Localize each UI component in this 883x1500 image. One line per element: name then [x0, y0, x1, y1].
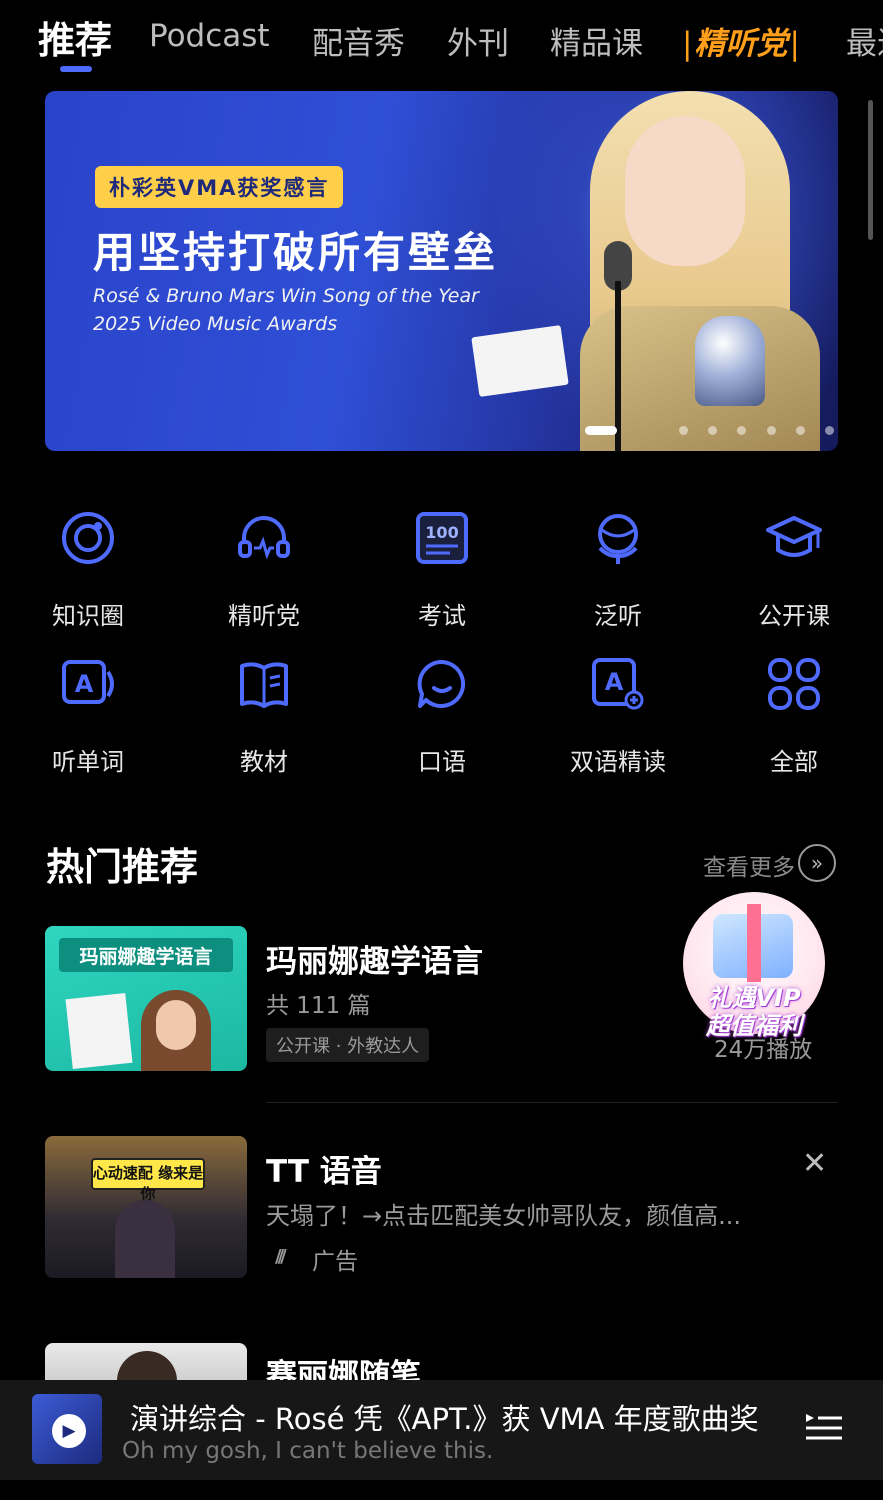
tab-podcast[interactable]: Podcast: [149, 18, 270, 54]
svg-text:100: 100: [425, 523, 458, 542]
exam-100-icon: 100: [416, 512, 468, 564]
scrollbar[interactable]: [868, 100, 873, 240]
category-speaking[interactable]: 口语: [372, 654, 512, 777]
category-listen-words[interactable]: A 听单词: [18, 654, 158, 777]
section-title: 热门推荐: [46, 845, 199, 889]
category-knowledge-circle[interactable]: 知识圈: [18, 508, 158, 631]
svg-text:A: A: [605, 668, 624, 696]
player-title: 演讲综合 - Rosé 凭《APT.》获 VMA 年度歌曲奖: [130, 1402, 759, 1436]
banner-subtitle-2: 2025 Video Music Awards: [93, 313, 338, 335]
banner-title: 用坚持打破所有壁垒: [93, 228, 499, 277]
banner-subtitle-1: Rosé & Bruno Mars Win Song of the Year: [93, 285, 479, 307]
double-chevron-right-icon[interactable]: »: [798, 844, 836, 882]
item-title[interactable]: 玛丽娜趣学语言: [266, 936, 483, 981]
ad-thumbnail-caption: 心动速配 缘来是你: [92, 1164, 204, 1203]
book-icon: [240, 662, 288, 708]
grid-all-icon: [768, 658, 820, 710]
vip-promo-badge[interactable]: 礼遇VIP 超值福利: [683, 892, 825, 1040]
bilingual-reading-icon: A: [592, 658, 644, 710]
category-bilingual-reading[interactable]: A 双语精读: [548, 654, 688, 777]
thumbnail-caption: 玛丽娜趣学语言: [79, 946, 213, 968]
mini-player[interactable]: ▶ 演讲综合 - Rosé 凭《APT.》获 VMA 年度歌曲奖 Oh my g…: [0, 1380, 883, 1480]
category-all[interactable]: 全部: [724, 654, 864, 777]
knowledge-circle-icon: [62, 512, 114, 564]
ad-title[interactable]: TT 语音: [266, 1146, 382, 1191]
ad-description: 天塌了！→点击匹配美女帅哥队友，颜值高...: [266, 1202, 741, 1230]
category-label: 全部: [770, 748, 818, 776]
carousel-dot[interactable]: [585, 426, 617, 435]
ad-label: 广告: [312, 1249, 358, 1275]
category-open-course[interactable]: 公开课: [724, 508, 864, 631]
playlist-icon[interactable]: [806, 1412, 842, 1442]
word-card-icon: A: [62, 660, 114, 704]
item-title[interactable]: 赛丽娜随笔: [266, 1350, 421, 1380]
close-icon[interactable]: ✕: [802, 1146, 827, 1181]
see-more-link[interactable]: 查看更多: [703, 848, 795, 882]
tab-dubbing[interactable]: 配音秀: [312, 18, 405, 63]
tab-magazine[interactable]: 外刊: [447, 18, 509, 63]
carousel-dot[interactable]: [825, 426, 834, 435]
top-tab-bar: 推荐 Podcast 配音秀 外刊 精品课 精听党 最近: [0, 0, 883, 80]
carousel-dot[interactable]: [708, 426, 717, 435]
banner-paper: [471, 325, 569, 397]
carousel-dot[interactable]: [796, 426, 805, 435]
headphones-icon: [238, 516, 290, 560]
svg-text:A: A: [75, 670, 94, 698]
divider: [266, 1102, 838, 1103]
player-artwork[interactable]: ▶: [32, 1394, 102, 1464]
category-label: 教材: [240, 748, 288, 776]
play-icon[interactable]: ▶: [52, 1414, 86, 1448]
category-label: 考试: [418, 602, 466, 630]
carousel-dot[interactable]: [679, 426, 688, 435]
banner-tag: 朴彩英VMA获奖感言: [95, 166, 344, 208]
ad-network-icon: ///: [275, 1246, 287, 1267]
graduation-cap-icon: [766, 516, 822, 557]
item-count: 共 111 篇: [266, 993, 371, 1019]
chat-bubble-icon: [417, 659, 466, 708]
category-label: 口语: [418, 748, 466, 776]
vip-promo-line2: 超值福利: [706, 1012, 802, 1040]
item-thumbnail[interactable]: 玛丽娜趣学语言: [45, 926, 247, 1071]
carousel-dot[interactable]: [767, 426, 776, 435]
tab-premium-course[interactable]: 精品课: [550, 18, 643, 63]
category-label: 公开课: [758, 602, 830, 630]
item-tag: 公开课 · 外教达人: [266, 1028, 430, 1062]
globe-icon: [598, 514, 638, 564]
tab-recent[interactable]: 最近: [846, 18, 883, 63]
category-label: 听单词: [52, 748, 124, 776]
category-exam[interactable]: 100 考试: [372, 508, 512, 631]
tab-recommend[interactable]: 推荐: [38, 10, 112, 64]
tab-intensive-listening[interactable]: 精听党: [682, 18, 800, 63]
category-label: 知识圈: [52, 602, 124, 630]
category-textbook[interactable]: 教材: [194, 654, 334, 777]
category-extensive-listening[interactable]: 泛听: [548, 508, 688, 631]
category-label: 精听党: [228, 602, 300, 630]
carousel-dot[interactable]: [737, 426, 746, 435]
ad-thumbnail[interactable]: 心动速配 缘来是你: [45, 1136, 247, 1278]
player-subtitle: Oh my gosh, I can't believe this.: [122, 1438, 494, 1464]
active-tab-indicator: [60, 66, 92, 72]
category-intensive-listening[interactable]: 精听党: [194, 508, 334, 631]
trophy-icon: [695, 316, 765, 406]
banner-carousel[interactable]: 朴彩英VMA获奖感言 用坚持打破所有壁垒 Rosé & Bruno Mars W…: [45, 91, 838, 451]
category-label: 泛听: [594, 602, 642, 630]
item-thumbnail[interactable]: [45, 1343, 247, 1383]
category-label: 双语精读: [570, 748, 666, 776]
